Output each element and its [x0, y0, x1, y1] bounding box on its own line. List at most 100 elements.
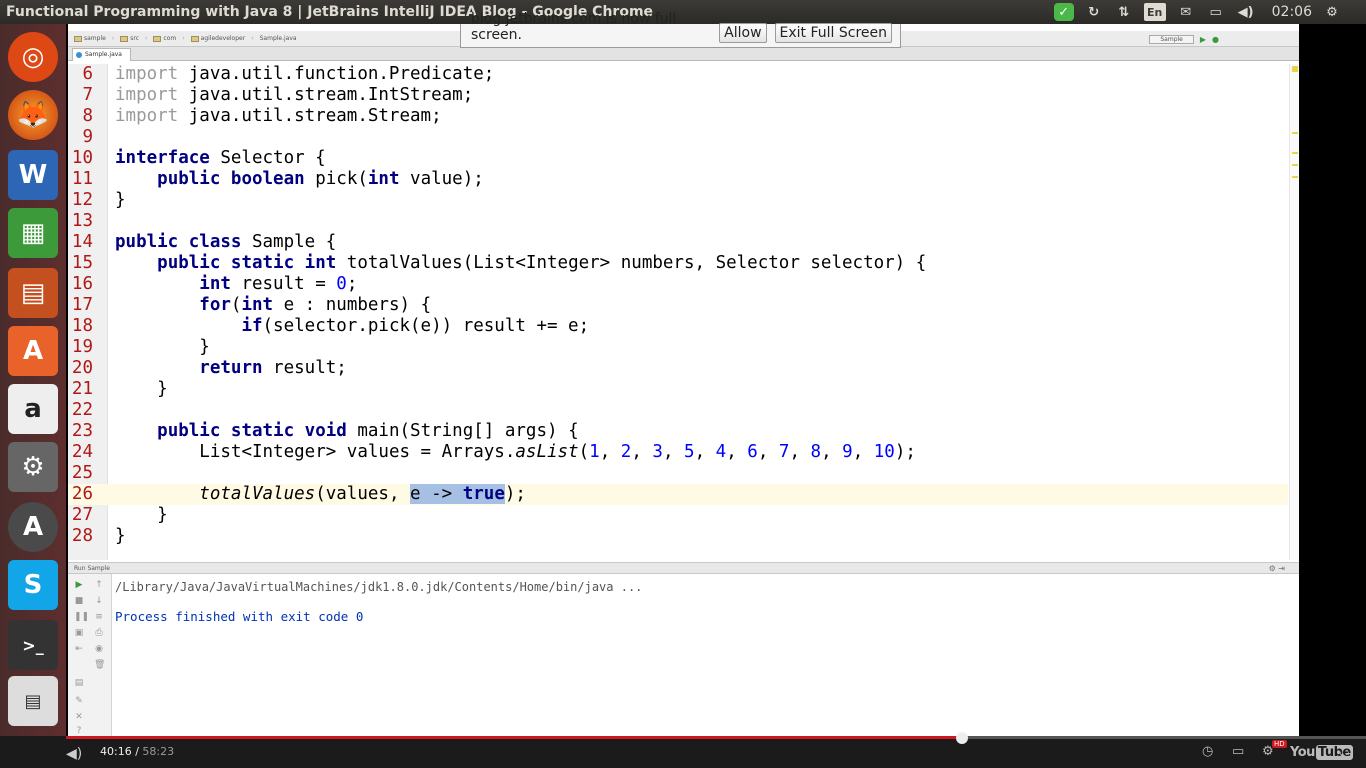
debug-icon[interactable]: ●: [1212, 35, 1219, 44]
amazon-icon[interactable]: a: [8, 384, 58, 434]
watch-later-icon[interactable]: ◷: [1202, 744, 1213, 759]
software-center-icon[interactable]: A: [8, 326, 58, 376]
code-line: 21 }: [71, 379, 168, 399]
stacked-windows-icon[interactable]: ▤: [8, 676, 58, 726]
run-config-select[interactable]: Sample: [1149, 34, 1194, 44]
code-line: 9: [82, 127, 93, 147]
breadcrumb-item[interactable]: Sample.java: [260, 35, 297, 42]
intellij-window: sample › src › com › agiledeveloper › Sample…: [68, 24, 1299, 736]
code-line: 17 for(int e : numbers) {: [71, 295, 432, 315]
allow-button[interactable]: Allow: [719, 23, 767, 43]
volume-icon[interactable]: ◀): [66, 746, 82, 762]
warning-marker[interactable]: [1292, 176, 1298, 178]
warning-marker[interactable]: [1292, 152, 1298, 154]
text-selection: e -> true: [410, 484, 505, 504]
folder-icon: [153, 35, 162, 42]
stop-icon[interactable]: ■: [74, 596, 84, 606]
code-line: 8 import java.util.stream.Stream;: [82, 106, 442, 126]
down-arrow-icon[interactable]: ↓: [94, 596, 104, 606]
warning-marker[interactable]: [1292, 66, 1298, 72]
battery-icon[interactable]: ▭: [1206, 3, 1226, 21]
code-line: 20 return result;: [71, 358, 347, 378]
fullscreen-icon[interactable]: ⛶: [1340, 744, 1349, 759]
soft-wrap-icon[interactable]: ≡: [94, 612, 104, 622]
print-icon[interactable]: ⎙: [94, 628, 104, 638]
libreoffice-writer-icon[interactable]: W: [8, 150, 58, 200]
scrubber-handle[interactable]: [956, 732, 968, 744]
exit-icon[interactable]: ⇤: [74, 644, 84, 654]
settings-icon[interactable]: ◉: [94, 644, 104, 654]
code-line: 23 public static void main(String[] args…: [71, 421, 579, 441]
warning-marker[interactable]: [1292, 132, 1298, 134]
code-line: 18 if(selector.pick(e)) result += e;: [71, 316, 590, 336]
exit-full-screen-button[interactable]: Exit Full Screen: [774, 23, 892, 43]
code-line: 14 public class Sample {: [71, 232, 337, 252]
folder-icon: [120, 35, 129, 42]
breadcrumb-item[interactable]: src: [120, 35, 139, 42]
system-settings-icon[interactable]: ⚙: [8, 442, 58, 492]
run-icon[interactable]: ▶: [1200, 35, 1206, 44]
current-code-line: 26 totalValues(values, e -> true);: [68, 484, 1288, 505]
unity-launcher: ◎ 🦊 W ▦ ▤ A a ⚙ A S >_ ▤: [0, 24, 66, 736]
progress-played: [66, 736, 962, 739]
code-line: 27 }: [71, 505, 168, 525]
code-line: 15 public static int totalValues(List<In…: [71, 253, 927, 273]
run-panel: ▶ ↑ ■ ↓ ❚❚ ≡ ▣ ⎙ ⇤ ◉ 🗑 ▤ ✎ ✕ ? /Library/…: [68, 574, 1299, 736]
network-icon[interactable]: ⇅: [1114, 3, 1134, 21]
pin-icon[interactable]: ✎: [74, 696, 84, 706]
up-arrow-icon[interactable]: ↑: [94, 580, 104, 590]
folder-icon: [74, 35, 82, 42]
help-icon[interactable]: ?: [74, 726, 84, 736]
tab-sample-java[interactable]: Sample.java: [72, 48, 131, 61]
code-line: 22: [71, 400, 93, 420]
code-line: 25: [71, 463, 93, 483]
firefox-icon[interactable]: 🦊: [8, 90, 58, 140]
code-line: 11 public boolean pick(int value);: [71, 169, 484, 189]
code-line: 7 import java.util.stream.IntStream;: [82, 85, 474, 105]
terminal-icon[interactable]: >_: [8, 620, 58, 670]
pause-icon[interactable]: ❚❚: [74, 612, 89, 622]
breadcrumb-item[interactable]: agiledeveloper: [190, 35, 245, 42]
power-gear-icon[interactable]: ⚙: [1322, 3, 1342, 21]
volume-icon[interactable]: ◀): [1236, 3, 1256, 21]
sync-icon[interactable]: ↻: [1084, 3, 1104, 21]
code-editor[interactable]: 6 import java.util.function.Predicate; 7i…: [68, 64, 1288, 560]
software-updater-icon[interactable]: A: [8, 502, 58, 552]
mail-icon[interactable]: ✉: [1176, 3, 1196, 21]
update-check-icon[interactable]: ✓: [1053, 3, 1074, 21]
folder-icon: [190, 35, 199, 42]
code-line: 6 import java.util.function.Predicate;: [82, 64, 495, 84]
keyboard-layout-indicator[interactable]: En: [1143, 3, 1166, 21]
console-output[interactable]: /Library/Java/JavaVirtualMachines/jdk1.8…: [115, 580, 642, 624]
warning-marker[interactable]: [1292, 164, 1298, 166]
dump-threads-icon[interactable]: ▣: [74, 628, 84, 638]
rerun-icon[interactable]: ▶: [74, 580, 84, 590]
system-tray: ✓ ↻ ⇅ En ✉ ▭ ◀) 02:06 ⚙: [1053, 0, 1366, 24]
breadcrumb-item[interactable]: com: [153, 35, 176, 42]
run-toolbar: Sample ▶ ●: [1149, 31, 1219, 47]
code-line: 10 interface Selector {: [71, 148, 326, 168]
libreoffice-calc-icon[interactable]: ▦: [8, 208, 58, 258]
error-stripe[interactable]: [1289, 64, 1299, 560]
run-panel-header: Run Sample ⚙ ⇥: [68, 562, 1299, 574]
captions-icon[interactable]: ▭: [1232, 744, 1244, 759]
code-line: 12}: [71, 190, 126, 210]
code-line: 16 int result = 0;: [71, 274, 358, 294]
settings-gear-icon[interactable]: ⚙ ⇥: [1269, 563, 1285, 574]
current-time: 40:16: [100, 745, 132, 758]
skype-icon[interactable]: S: [8, 560, 58, 610]
hd-badge: HD: [1272, 740, 1287, 748]
libreoffice-impress-icon[interactable]: ▤: [8, 268, 58, 318]
code-line: 13: [71, 211, 93, 231]
clear-icon[interactable]: 🗑: [94, 660, 105, 670]
time-display: 40:16 / 58:23: [100, 745, 175, 758]
video-controls: [0, 736, 1366, 768]
ubuntu-dash-icon[interactable]: ◎: [8, 32, 58, 82]
close-icon[interactable]: ✕: [74, 712, 84, 722]
clock[interactable]: 02:06: [1266, 3, 1312, 21]
breadcrumb-item[interactable]: sample: [74, 35, 106, 42]
run-tab[interactable]: Sample: [87, 565, 110, 572]
class-icon: [76, 52, 82, 58]
layout-icon[interactable]: ▤: [74, 678, 84, 688]
editor-tabs: Sample.java: [68, 47, 1299, 61]
